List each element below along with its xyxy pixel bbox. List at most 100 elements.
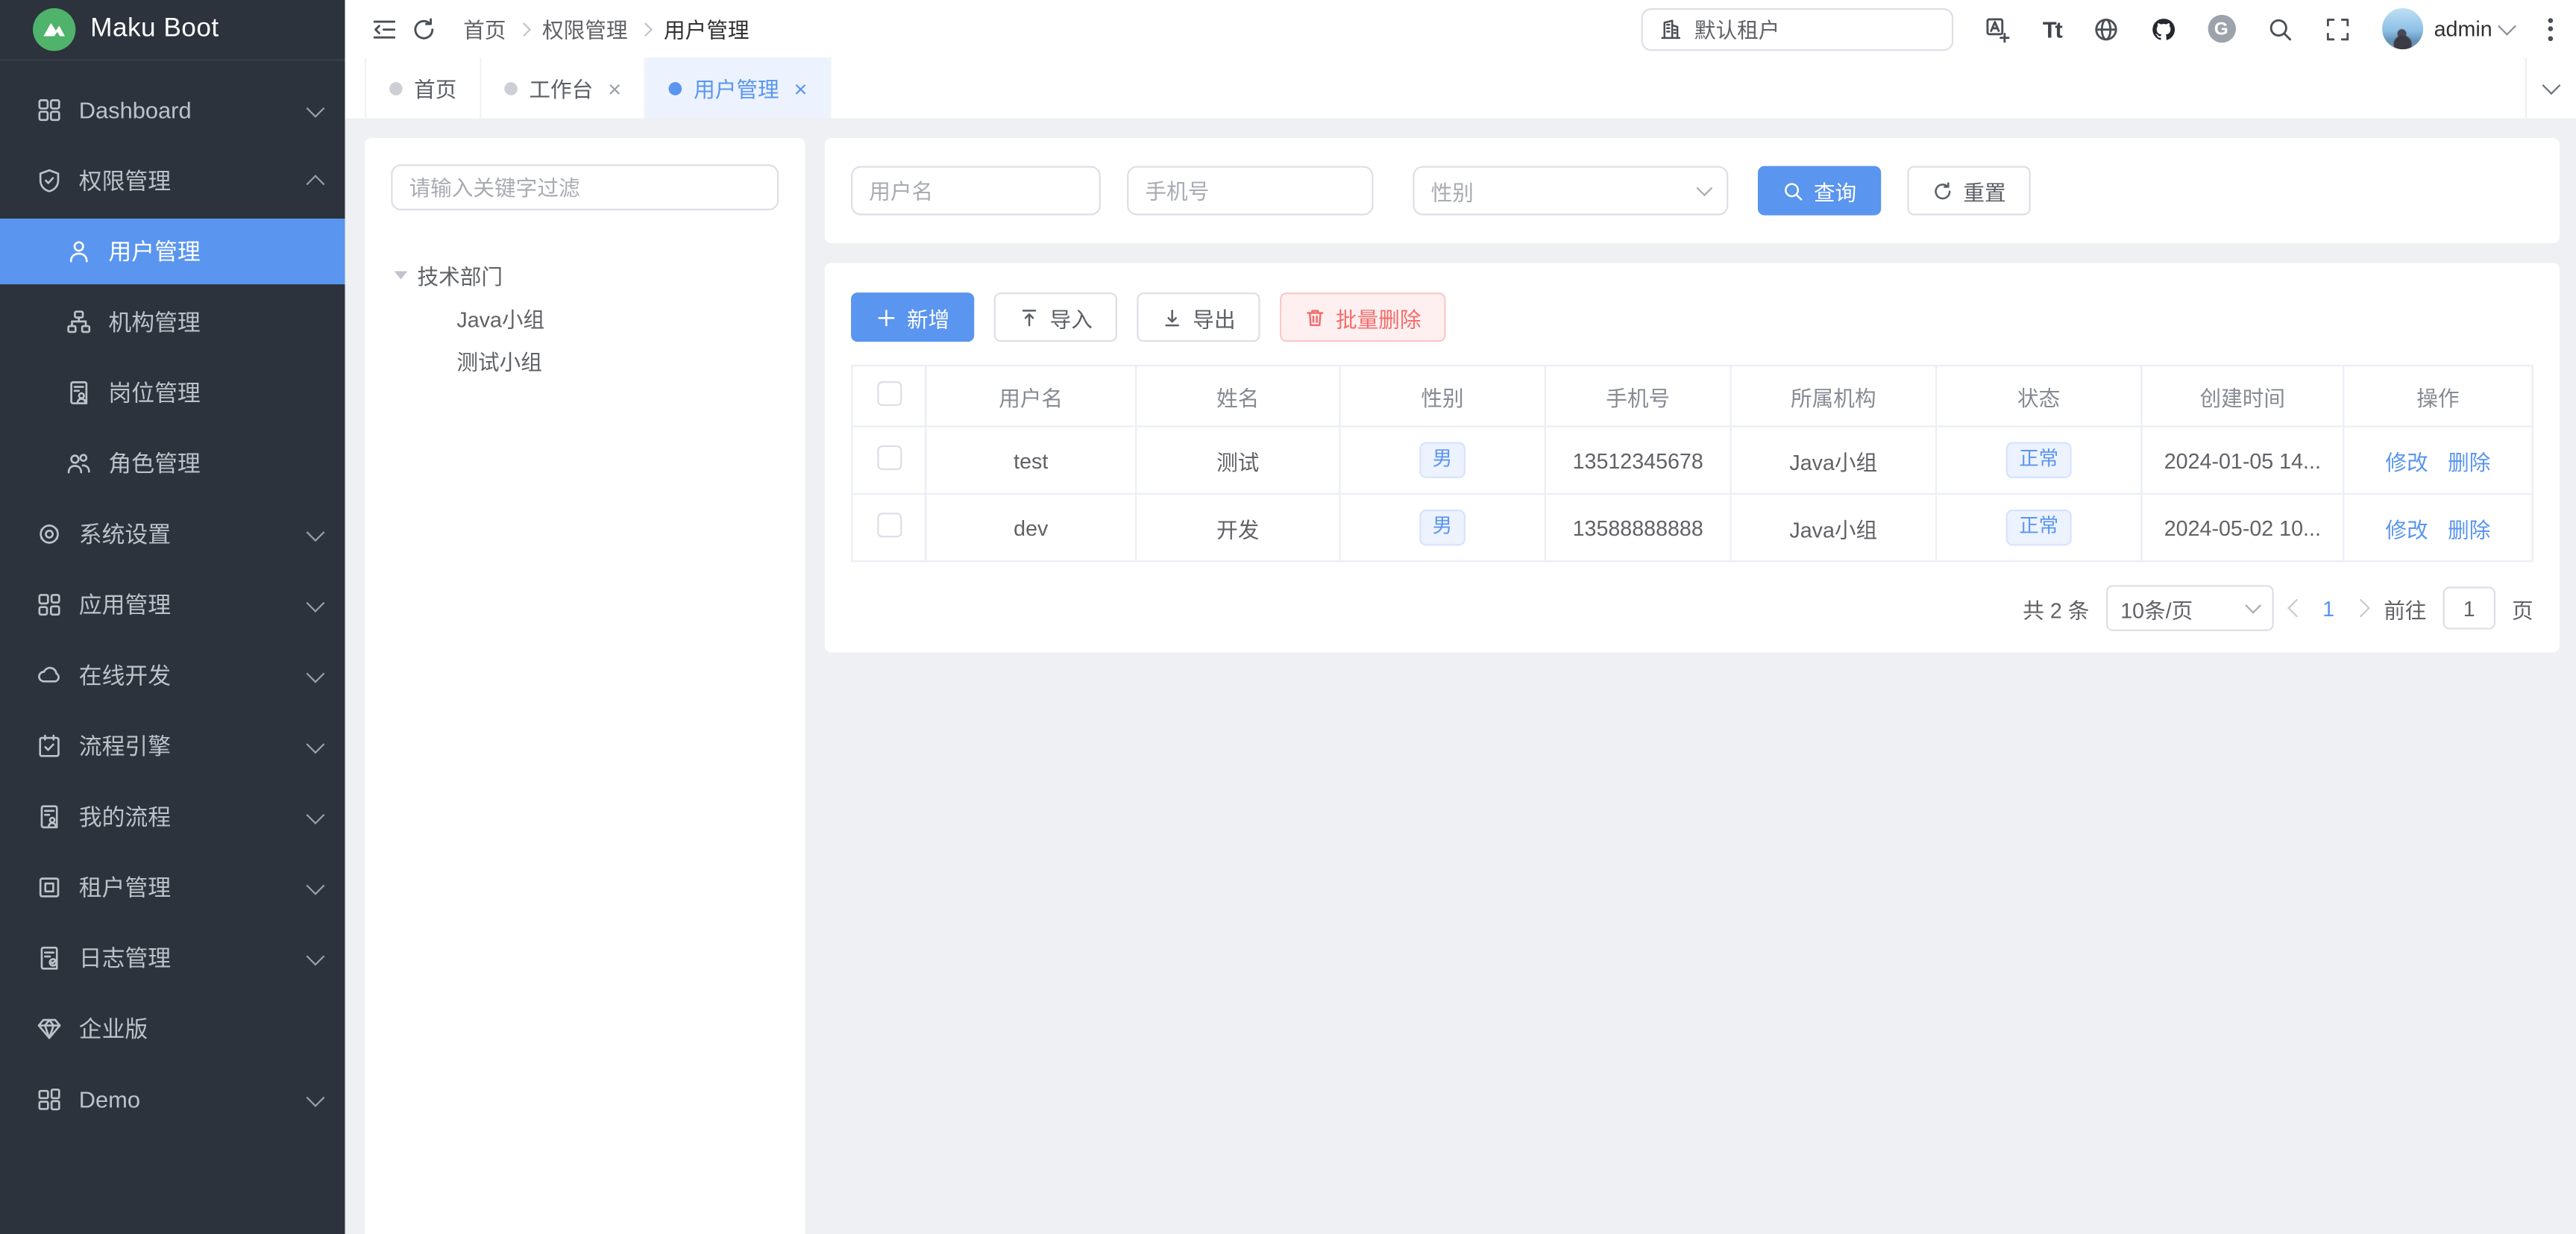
table-header-row: 用户名 姓名 性别 手机号 所属机构 状态 创建时间 操作 — [852, 366, 2532, 427]
document-person-icon — [66, 380, 92, 406]
calendar-check-icon — [36, 733, 62, 759]
sidebar-item-label: 角色管理 — [108, 447, 321, 480]
sidebar-item-app-mgmt[interactable]: 应用管理 — [0, 572, 345, 638]
sidebar-item-role-mgmt[interactable]: 角色管理 — [0, 430, 345, 496]
users-table: 用户名 姓名 性别 手机号 所属机构 状态 创建时间 操作 test 测试 — [851, 365, 2533, 562]
select-all-checkbox[interactable] — [876, 381, 901, 406]
sidebar-item-label: 在线开发 — [79, 659, 292, 692]
refresh-icon — [1932, 180, 1954, 201]
sidebar-item-online-dev[interactable]: 在线开发 — [0, 642, 345, 708]
language-globe-icon[interactable] — [2092, 16, 2118, 42]
add-button[interactable]: 新增 — [851, 292, 974, 342]
chevron-down-icon — [306, 946, 324, 965]
sidebar-item-my-flow[interactable]: 我的流程 — [0, 784, 345, 850]
delete-link[interactable]: 删除 — [2448, 445, 2490, 476]
chevron-down-icon — [306, 522, 324, 541]
sidebar-item-system[interactable]: 系统设置 — [0, 501, 345, 567]
cell-name: 开发 — [1136, 494, 1339, 561]
upload-icon — [1019, 307, 1040, 328]
status-badge: 正常 — [2006, 442, 2072, 478]
user-avatar[interactable] — [2381, 8, 2422, 49]
reset-button[interactable]: 重置 — [1907, 166, 2030, 215]
sidebar-item-enterprise[interactable]: 企业版 — [0, 996, 345, 1062]
sidebar-item-label: 租户管理 — [79, 871, 292, 903]
delete-link[interactable]: 删除 — [2448, 512, 2490, 543]
chevron-down-icon — [2542, 76, 2560, 95]
table-row: test 测试 男 13512345678 Java小组 正常 2024-01-… — [852, 427, 2532, 494]
gender-select[interactable]: 性别 — [1413, 166, 1728, 215]
col-name: 姓名 — [1136, 366, 1339, 427]
col-gender: 性别 — [1339, 366, 1545, 427]
edit-link[interactable]: 修改 — [2385, 512, 2428, 543]
org-tree-panel: 技术部门 Java小组 测试小组 — [365, 138, 805, 1234]
sidebar-item-demo[interactable]: Demo — [0, 1067, 345, 1133]
page-size-select[interactable]: 10条/页 — [2105, 585, 2273, 631]
goto-page-input[interactable] — [2443, 586, 2495, 629]
chevron-up-icon — [306, 175, 324, 193]
edit-link[interactable]: 修改 — [2385, 445, 2428, 476]
sidebar-item-label: 权限管理 — [79, 164, 292, 197]
row-checkbox[interactable] — [876, 513, 901, 537]
github-icon[interactable] — [2150, 16, 2176, 42]
collapse-sidebar-icon[interactable] — [371, 16, 398, 42]
breadcrumb-home[interactable]: 首页 — [463, 13, 506, 45]
prev-page-icon[interactable] — [2287, 599, 2305, 618]
tree-node-child[interactable]: Java小组 — [391, 296, 779, 339]
row-checkbox[interactable] — [876, 445, 901, 470]
sidebar-item-permission[interactable]: 权限管理 — [0, 148, 345, 213]
log-document-icon — [36, 945, 62, 971]
sidebar-item-dashboard[interactable]: Dashboard — [0, 78, 345, 143]
import-button-label: 导入 — [1050, 301, 1093, 333]
tree-filter-input[interactable] — [391, 164, 779, 210]
cell-name: 测试 — [1136, 427, 1339, 494]
main-content: 技术部门 Java小组 测试小组 性别 查询 — [345, 119, 2576, 1234]
username-filter-input[interactable] — [851, 166, 1101, 215]
tree-node-root[interactable]: 技术部门 — [391, 253, 779, 295]
reset-button-label: 重置 — [1963, 175, 2005, 207]
more-settings-icon[interactable] — [2545, 14, 2556, 44]
close-icon[interactable]: × — [794, 76, 807, 99]
current-page[interactable]: 1 — [2319, 596, 2338, 621]
sidebar-item-log-mgmt[interactable]: 日志管理 — [0, 925, 345, 991]
sidebar-item-workflow[interactable]: 流程引擎 — [0, 713, 345, 779]
tab-workbench[interactable]: 工作台 × — [481, 57, 646, 119]
search-button[interactable]: 查询 — [1758, 166, 1881, 215]
header-actions: 默认租户 Tt G admin — [1642, 7, 2556, 50]
tree-node-child[interactable]: 测试小组 — [391, 339, 779, 381]
sidebar-item-label: 系统设置 — [79, 518, 292, 551]
chevron-down-icon — [306, 876, 324, 895]
sidebar-item-tenant-mgmt[interactable]: 租户管理 — [0, 854, 345, 920]
table-row: dev 开发 男 13588888888 Java小组 正常 2024-05-0… — [852, 494, 2532, 561]
search-icon[interactable] — [2266, 16, 2293, 42]
import-button[interactable]: 导入 — [994, 292, 1117, 342]
breadcrumb-permission[interactable]: 权限管理 — [542, 13, 628, 45]
tenant-select[interactable]: 默认租户 — [1642, 7, 1954, 50]
user-icon — [66, 238, 92, 264]
refresh-icon[interactable] — [411, 16, 437, 42]
next-page-icon[interactable] — [2352, 599, 2370, 618]
user-menu[interactable]: admin — [2434, 16, 2514, 41]
logo-icon — [33, 8, 75, 51]
pagination: 共 2 条 10条/页 1 前往 页 — [851, 585, 2533, 631]
gitee-icon[interactable]: G — [2208, 15, 2235, 43]
close-icon[interactable]: × — [608, 76, 621, 99]
translate-icon[interactable] — [1985, 16, 2011, 42]
goto-unit: 页 — [2512, 592, 2533, 624]
sidebar-item-label: 我的流程 — [79, 801, 292, 833]
mobile-filter-input[interactable] — [1127, 166, 1373, 215]
batch-delete-button[interactable]: 批量删除 — [1280, 292, 1446, 342]
tab-user-mgmt[interactable]: 用户管理 × — [646, 57, 832, 119]
sidebar-item-org-mgmt[interactable]: 机构管理 — [0, 289, 345, 355]
font-size-icon[interactable]: Tt — [2043, 16, 2061, 42]
tabs-dropdown-button[interactable] — [2525, 57, 2576, 119]
fullscreen-icon[interactable] — [2324, 16, 2350, 42]
username: admin — [2434, 16, 2492, 41]
tree-expand-caret-icon[interactable] — [395, 270, 408, 278]
sidebar-item-user-mgmt[interactable]: 用户管理 — [0, 219, 345, 284]
sidebar-item-post-mgmt[interactable]: 岗位管理 — [0, 360, 345, 425]
logo[interactable]: Maku Boot — [0, 0, 345, 61]
tab-home[interactable]: 首页 — [365, 57, 481, 119]
dashboard-grid-icon — [36, 97, 62, 123]
export-button[interactable]: 导出 — [1137, 292, 1260, 342]
search-icon — [1782, 180, 1804, 201]
